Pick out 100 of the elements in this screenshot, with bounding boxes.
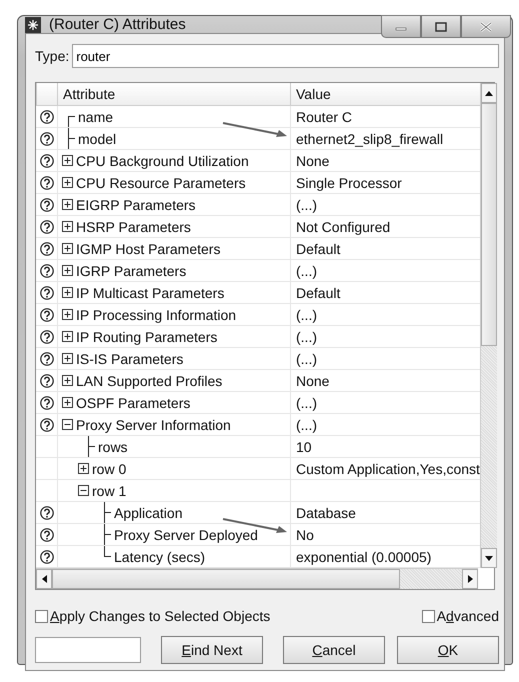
help-icon[interactable] (40, 308, 54, 322)
attribute-value: (...) (296, 262, 317, 278)
expand-icon[interactable] (62, 375, 73, 386)
expand-icon[interactable] (62, 155, 73, 166)
help-icon[interactable] (40, 132, 54, 146)
attribute-value: (...) (296, 306, 317, 322)
attribute-value: (...) (296, 328, 317, 344)
expand-icon[interactable] (62, 199, 73, 210)
help-icon[interactable] (40, 374, 54, 388)
attribute-value: Custom Application,Yes,const (296, 460, 480, 476)
left-arrow-icon (42, 575, 46, 583)
scroll-right-button[interactable] (462, 569, 478, 589)
attribute-value: (...) (296, 416, 317, 432)
attribute-value: (...) (296, 196, 317, 212)
attribute-value: 10 (296, 438, 312, 454)
type-field[interactable]: router (72, 44, 499, 68)
help-icon[interactable] (40, 330, 54, 344)
maximize-icon (435, 22, 447, 32)
expand-icon[interactable] (62, 243, 73, 254)
checkbox-label[interactable]: Apply Changes to Selected Objects (50, 608, 270, 624)
expand-icon[interactable] (62, 265, 73, 276)
minimize-button[interactable] (381, 15, 421, 38)
help-icon[interactable] (40, 220, 54, 234)
window-title: (Router C) Attributes (49, 16, 186, 33)
vertical-scrollbar[interactable] (480, 83, 497, 568)
type-label: Type: (35, 48, 70, 64)
attribute-name: Proxy Server Deployed (114, 526, 258, 542)
help-icon[interactable] (40, 198, 54, 212)
attribute-name: rows (98, 438, 128, 454)
expand-icon[interactable] (62, 397, 73, 408)
attribute-name: model (78, 130, 116, 146)
dialog-button[interactable]: OK (397, 636, 499, 664)
attribute-name: CPU Resource Parameters (76, 174, 246, 190)
attribute-name: CPU Background Utilization (76, 152, 249, 168)
expand-icon[interactable] (62, 221, 73, 232)
scroll-left-button[interactable] (36, 569, 52, 589)
search-field[interactable] (35, 637, 141, 663)
attribute-name: row 0 (92, 460, 126, 476)
down-arrow-icon (484, 556, 493, 560)
right-arrow-icon (468, 575, 472, 583)
attribute-value: (...) (296, 394, 317, 410)
attribute-name: IS-IS Parameters (76, 350, 184, 366)
dialog-button[interactable]: Cancel (283, 636, 385, 664)
attribute-name: name (78, 108, 114, 124)
attribute-value: No (296, 526, 314, 542)
help-icon[interactable] (40, 242, 54, 256)
attribute-name: IGRP Parameters (76, 262, 186, 278)
expand-icon[interactable] (78, 463, 89, 474)
help-icon[interactable] (40, 286, 54, 300)
attribute-name: IGMP Host Parameters (76, 240, 220, 256)
attribute-value: Not Configured (296, 218, 390, 234)
attribute-name: EIGRP Parameters (76, 196, 196, 212)
collapse-icon[interactable] (78, 485, 89, 496)
scroll-down-button[interactable] (480, 548, 497, 568)
help-icon[interactable] (40, 352, 54, 366)
help-icon[interactable] (40, 264, 54, 278)
expand-icon[interactable] (62, 177, 73, 188)
help-icon[interactable] (40, 418, 54, 432)
help-icon[interactable] (40, 176, 54, 190)
close-icon (480, 22, 492, 32)
attribute-name: row 1 (92, 482, 126, 498)
attribute-name: OSPF Parameters (76, 394, 190, 410)
dialog-button[interactable]: Eind Next (161, 636, 263, 664)
attribute-name: Latency (secs) (114, 548, 206, 564)
scrollbar-thumb[interactable] (52, 569, 400, 589)
help-icon[interactable] (40, 550, 54, 564)
attribute-value: (...) (296, 350, 317, 366)
attribute-value: ethernet2_slip8_firewall (296, 130, 444, 146)
scrollbar-thumb[interactable] (480, 103, 497, 346)
help-icon[interactable] (40, 154, 54, 168)
expand-icon[interactable] (62, 331, 73, 342)
maximize-button[interactable] (421, 15, 461, 38)
help-icon[interactable] (40, 528, 54, 542)
close-button[interactable] (461, 15, 511, 38)
checkbox[interactable] (35, 610, 48, 622)
attribute-name: Application (114, 504, 182, 520)
expand-icon[interactable] (62, 287, 73, 298)
help-icon[interactable] (40, 110, 54, 124)
annotation-arrow (221, 121, 289, 139)
attribute-value: Default (296, 240, 340, 256)
attribute-name: IP Processing Information (76, 306, 236, 322)
collapse-icon[interactable] (62, 419, 73, 430)
expand-icon[interactable] (62, 309, 73, 320)
app-icon (25, 16, 41, 32)
horizontal-scrollbar[interactable] (36, 568, 478, 589)
checkbox-label[interactable]: Advanced (436, 608, 499, 624)
attribute-name: IP Multicast Parameters (76, 284, 224, 300)
attribute-name: LAN Supported Profiles (76, 372, 222, 388)
attribute-name: IP Routing Parameters (76, 328, 218, 344)
attribute-value: exponential (0.00005) (296, 548, 432, 564)
attribute-value: Default (296, 284, 340, 300)
scroll-up-button[interactable] (480, 83, 497, 103)
help-icon[interactable] (40, 396, 54, 410)
help-icon[interactable] (40, 506, 54, 520)
checkbox[interactable] (422, 610, 435, 622)
column-header[interactable]: Attribute (57, 83, 290, 105)
expand-icon[interactable] (62, 353, 73, 364)
up-arrow-icon (484, 90, 493, 96)
attribute-value: Router C (296, 108, 352, 124)
attribute-value: Database (296, 504, 356, 520)
